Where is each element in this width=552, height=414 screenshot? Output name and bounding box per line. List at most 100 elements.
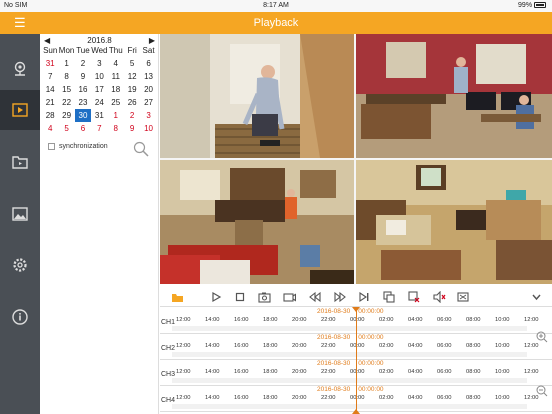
calendar-day[interactable]: 21 <box>42 96 58 109</box>
calendar-day[interactable]: 29 <box>58 109 74 122</box>
pictures-icon <box>12 207 28 221</box>
timeline-tick-label: 10:00 <box>495 369 510 375</box>
fast-forward-button[interactable] <box>333 290 347 308</box>
calendar-day[interactable]: 7 <box>42 70 58 83</box>
timeline-date: 2016-08-30 <box>317 308 351 315</box>
timeline-tick-label: 04:00 <box>408 343 423 349</box>
sidebar-item-pictures[interactable] <box>0 194 40 234</box>
calendar-day[interactable]: 10 <box>91 70 107 83</box>
timeline-tick-label: 18:00 <box>263 343 278 349</box>
calendar-day[interactable]: 2 <box>75 57 91 70</box>
calendar-day[interactable]: 4 <box>108 57 124 70</box>
video-tile-ch1[interactable] <box>160 34 354 158</box>
calendar-day[interactable]: 31 <box>42 57 58 70</box>
calendar-day[interactable]: 14 <box>42 83 58 96</box>
copy-button[interactable] <box>383 290 395 308</box>
calendar-day[interactable]: 9 <box>124 122 140 135</box>
calendar-day[interactable]: 28 <box>42 109 58 122</box>
calendar-day[interactable]: 3 <box>91 57 107 70</box>
calendar-day[interactable]: 24 <box>91 96 107 109</box>
timeline-tick-label: 22:00 <box>321 317 336 323</box>
timeline-tick-label: 20:00 <box>292 317 307 323</box>
calendar-day[interactable]: 11 <box>108 70 124 83</box>
timeline-tick-label: 12:00 <box>176 395 191 401</box>
timeline-track[interactable] <box>172 404 527 409</box>
zoom-in-button[interactable] <box>536 330 548 348</box>
chevron-down-icon <box>532 294 541 301</box>
calendar-day[interactable]: 12 <box>124 70 140 83</box>
sidebar-item-live-view[interactable] <box>0 48 40 88</box>
calendar-day[interactable]: 1 <box>108 109 124 122</box>
calendar-day[interactable]: 19 <box>124 83 140 96</box>
rewind-button[interactable] <box>308 290 322 308</box>
calendar-day[interactable]: 4 <box>42 122 58 135</box>
cursor-marker-top <box>352 307 360 312</box>
timeline-track[interactable] <box>172 352 527 357</box>
timeline-tick-label: 06:00 <box>437 343 452 349</box>
clip-cut-button[interactable] <box>408 290 420 308</box>
sidebar-item-settings[interactable] <box>0 245 40 285</box>
record-clip-button[interactable] <box>283 290 297 308</box>
timeline-track[interactable] <box>172 326 527 331</box>
calendar-day[interactable]: 2 <box>124 109 140 122</box>
weekday-label: Tue <box>76 46 90 55</box>
calendar-day[interactable]: 16 <box>75 83 91 96</box>
synchronization-checkbox[interactable] <box>48 143 55 150</box>
weekday-label: Wed <box>91 46 108 55</box>
calendar-day[interactable]: 10 <box>140 122 156 135</box>
calendar-day[interactable]: 3 <box>140 109 156 122</box>
cut-icon <box>408 291 420 303</box>
playback-icon <box>12 103 28 117</box>
video-tile-ch2[interactable] <box>356 34 552 158</box>
camera-icon <box>14 61 26 76</box>
timeline-tick-label: 16:00 <box>234 395 249 401</box>
calendar-day[interactable]: 20 <box>140 83 156 96</box>
play-button[interactable] <box>210 290 222 308</box>
calendar-day[interactable]: 31 <box>91 109 107 122</box>
calendar-day[interactable]: 5 <box>124 57 140 70</box>
video-tile-ch3[interactable] <box>160 160 354 284</box>
weekday-label: Sun <box>43 46 58 55</box>
snapshot-button[interactable] <box>258 290 271 308</box>
timeline-cursor[interactable] <box>356 307 357 414</box>
zoom-out-button[interactable] <box>536 384 548 402</box>
calendar-day[interactable]: 5 <box>58 122 74 135</box>
stop-button[interactable] <box>234 290 246 308</box>
step-forward-icon <box>359 291 369 303</box>
calendar-day[interactable]: 6 <box>75 122 91 135</box>
sidebar-item-info[interactable] <box>0 297 40 337</box>
calendar-day[interactable]: 13 <box>140 70 156 83</box>
fullscreen-button[interactable] <box>457 290 469 308</box>
calendar-day[interactable]: 1 <box>58 57 74 70</box>
calendar-day[interactable]: 17 <box>91 83 107 96</box>
video-tile-ch4[interactable] <box>356 160 552 284</box>
timeline-time: 00:00:00 <box>358 386 384 393</box>
calendar-day[interactable]: 22 <box>58 96 74 109</box>
calendar-day[interactable]: 26 <box>124 96 140 109</box>
copy-icon <box>383 291 395 303</box>
sidebar-item-recordings[interactable] <box>0 142 40 182</box>
timeline[interactable]: 2016-08-30 00:00:00 12:00 14:00 16:00 18:00 20… <box>160 307 552 414</box>
calendar-day[interactable]: 15 <box>58 83 74 96</box>
next-frame-button[interactable] <box>358 290 371 308</box>
synchronization-toggle[interactable]: synchronization <box>48 143 108 150</box>
collapse-button[interactable] <box>531 290 542 308</box>
calendar-day[interactable]: 27 <box>140 96 156 109</box>
sidebar-item-playback[interactable] <box>0 90 40 130</box>
calendar-day[interactable]: 25 <box>108 96 124 109</box>
calendar-day[interactable]: 8 <box>58 70 74 83</box>
calendar-day[interactable]: 18 <box>108 83 124 96</box>
mute-button[interactable] <box>433 290 446 308</box>
timeline-track[interactable] <box>172 378 527 383</box>
channel-select-button[interactable] <box>171 290 184 308</box>
calendar-day[interactable]: 9 <box>75 70 91 83</box>
calendar-day[interactable]: 7 <box>91 122 107 135</box>
calendar-day[interactable]: 30 <box>74 109 92 122</box>
calendar-day[interactable]: 8 <box>108 122 124 135</box>
calendar-day[interactable]: 6 <box>140 57 156 70</box>
timeline-tick-label: 00:00 <box>350 343 365 349</box>
calendar-day[interactable]: 23 <box>75 96 91 109</box>
folder-icon <box>172 294 183 302</box>
battery-status: 99% <box>518 2 546 9</box>
search-button[interactable] <box>133 141 149 162</box>
